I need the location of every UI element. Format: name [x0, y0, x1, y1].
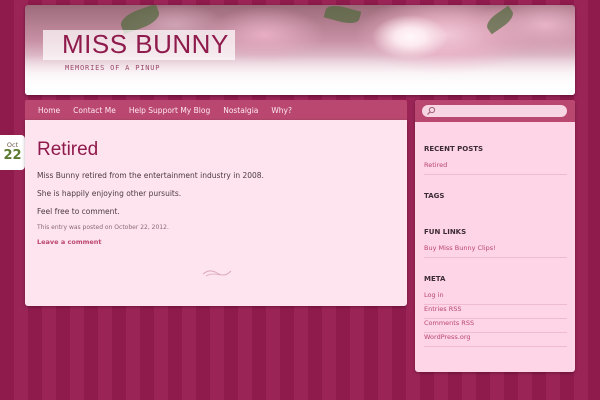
search-bar [415, 100, 575, 122]
main-navigation: Home Contact Me Help Support My Blog Nos… [25, 100, 407, 120]
nav-item-help-support[interactable]: Help Support My Blog [129, 106, 210, 115]
fun-link[interactable]: Buy Miss Bunny Clips! [424, 244, 567, 258]
post-content: Retired Miss Bunny retired from the ente… [25, 120, 407, 306]
search-input[interactable] [422, 105, 567, 117]
post-date-badge: Oct 22 [0, 135, 25, 170]
meta-link-comments-rss[interactable]: Comments RSS [424, 319, 567, 333]
fun-links-title: FUN LINKS [424, 228, 467, 236]
search-icon [427, 106, 436, 115]
post-date-day: 22 [3, 148, 22, 163]
header-fade [25, 55, 575, 95]
leaf-decoration [323, 5, 362, 27]
leave-comment-link[interactable]: Leave a comment [37, 238, 102, 246]
post-title[interactable]: Retired [37, 139, 98, 161]
leaf-decoration [483, 5, 517, 35]
nav-item-contact-me[interactable]: Contact Me [73, 106, 116, 115]
recent-post-link[interactable]: Retired [424, 161, 567, 175]
site-title[interactable]: MISS BUNNY [62, 29, 229, 60]
nav-item-home[interactable]: Home [38, 106, 60, 115]
post-paragraph: Feel free to comment. [37, 207, 120, 216]
divider-ornament-icon [202, 270, 232, 277]
post-meta: This entry was posted on October 22, 201… [37, 224, 169, 231]
meta-title: META [424, 275, 446, 283]
recent-posts-title: RECENT POSTS [424, 145, 484, 153]
sidebar: RECENT POSTS Retired TAGS FUN LINKS Buy … [415, 100, 575, 372]
tags-title: TAGS [424, 192, 445, 200]
nav-item-why[interactable]: Why? [271, 106, 292, 115]
nav-item-nostalgia[interactable]: Nostalgia [223, 106, 258, 115]
site-header: MISS BUNNY MEMORIES OF A PINUP [25, 5, 575, 95]
meta-link-log-in[interactable]: Log in [424, 291, 567, 305]
meta-link-entries-rss[interactable]: Entries RSS [424, 305, 567, 319]
meta-link-wordpress[interactable]: WordPress.org [424, 333, 567, 347]
post-paragraph: She is happily enjoying other pursuits. [37, 189, 182, 198]
post-paragraph: Miss Bunny retired from the entertainmen… [37, 171, 264, 180]
site-description: MEMORIES OF A PINUP [65, 64, 161, 72]
